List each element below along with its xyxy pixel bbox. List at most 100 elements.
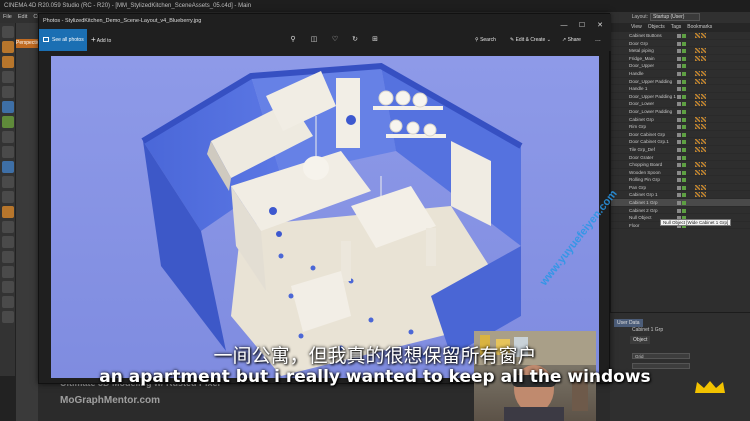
object-row-label: Wooden Spoon — [629, 169, 661, 175]
menu-item[interactable]: File — [3, 14, 12, 20]
visibility-flags-icon[interactable] — [677, 200, 691, 206]
om-tab-objects[interactable]: Objects — [648, 24, 665, 30]
cube-icon[interactable] — [2, 101, 14, 113]
visibility-flags-icon[interactable] — [677, 170, 691, 175]
axis-icon[interactable] — [2, 86, 14, 98]
model-mode-icon[interactable] — [2, 311, 14, 323]
object-row[interactable]: Fridge_Main — [611, 55, 750, 63]
rotate-icon[interactable]: ↻ — [350, 35, 360, 45]
visibility-flags-icon[interactable] — [677, 147, 691, 152]
object-row-label: Rim Grp — [629, 124, 647, 130]
more-button[interactable]: ... — [595, 29, 601, 51]
search-button[interactable]: ⚲ Search — [475, 29, 496, 51]
delete-icon[interactable]: ◫ — [309, 35, 319, 45]
object-row-label: Chopping Board — [629, 162, 663, 168]
polygons-mode-icon[interactable] — [2, 281, 14, 293]
rotate-tool-icon[interactable] — [2, 71, 14, 83]
favorite-icon[interactable]: ♡ — [330, 35, 340, 45]
object-row[interactable]: Door_Lower Padding — [611, 108, 750, 116]
add-to-button[interactable]: + Add to — [91, 29, 111, 51]
object-row[interactable]: Cabinet Grp — [611, 116, 750, 124]
object-row[interactable]: Handle 1 — [611, 85, 750, 93]
object-row[interactable]: Cabinet Grp 1 — [611, 191, 750, 200]
object-row-label: Door Cabinet Grp — [629, 131, 666, 137]
object-row-label: Handle 1 — [629, 86, 648, 92]
object-row-label: Door Grp — [629, 40, 648, 46]
undo-icon[interactable] — [2, 26, 14, 38]
om-tab-view[interactable]: View — [631, 24, 642, 30]
object-row[interactable]: Door Cabinet Grp.1 — [611, 138, 750, 146]
object-row[interactable]: Handle — [611, 70, 750, 78]
object-row[interactable]: Metal piping — [611, 47, 750, 55]
workplane-icon[interactable] — [2, 236, 14, 248]
nurbs-icon[interactable] — [2, 131, 14, 143]
object-row[interactable]: Rim Grp — [611, 123, 750, 131]
photos-window: Photos - StylizedKitchen_Demo_Scene-Layo… — [38, 13, 611, 384]
camera-icon[interactable] — [2, 191, 14, 203]
om-tab-tags[interactable]: Tags — [671, 24, 682, 30]
light-icon[interactable] — [2, 206, 14, 218]
visibility-flags-icon[interactable] — [677, 124, 691, 130]
attr-tab-user-data[interactable]: User Data — [614, 319, 643, 327]
visibility-flags-icon[interactable] — [677, 109, 691, 114]
deformer-icon[interactable] — [2, 161, 14, 173]
object-row[interactable]: Pan Grp — [611, 184, 750, 192]
points-mode-icon[interactable] — [2, 251, 14, 263]
visibility-flags-icon[interactable] — [677, 56, 691, 61]
visibility-flags-icon[interactable] — [677, 155, 691, 160]
visibility-flags-icon[interactable] — [677, 86, 691, 92]
see-all-photos-button[interactable]: See all photos — [39, 29, 87, 51]
visibility-flags-icon[interactable] — [677, 41, 691, 46]
menu-item[interactable]: Edit — [18, 14, 27, 20]
visibility-flags-icon[interactable] — [677, 117, 691, 122]
visibility-flags-icon[interactable] — [677, 208, 691, 213]
object-row[interactable]: Chopping Board — [611, 161, 750, 169]
edges-mode-icon[interactable] — [2, 266, 14, 278]
crop-icon[interactable]: ⊞ — [370, 35, 380, 45]
object-row[interactable]: Door Grater — [611, 154, 750, 162]
zoom-icon[interactable]: ⚲ — [288, 35, 298, 45]
object-row[interactable]: Rolling Pin Grp — [611, 176, 750, 184]
snap-icon[interactable] — [2, 221, 14, 233]
scale-tool-icon[interactable] — [2, 56, 14, 68]
object-row[interactable]: Door_Upper — [611, 62, 750, 70]
viewport-tab[interactable]: Perspective — [16, 39, 42, 48]
visibility-flags-icon[interactable] — [677, 48, 691, 54]
om-tab-bookmarks[interactable]: Bookmarks — [687, 24, 712, 30]
object-row-label: Door Grater — [629, 154, 654, 160]
visibility-flags-icon[interactable] — [677, 139, 691, 145]
object-row[interactable]: Cabinet 2 Grp — [611, 207, 750, 215]
visibility-flags-icon[interactable] — [677, 132, 691, 137]
visibility-flags-icon[interactable] — [677, 162, 691, 168]
spline-icon[interactable] — [2, 116, 14, 128]
visibility-flags-icon[interactable] — [677, 71, 691, 76]
edit-create-button[interactable]: ✎ Edit & Create ⌄ — [510, 29, 551, 51]
object-row[interactable]: Wooden Spoon — [611, 169, 750, 177]
object-row[interactable]: Door_Lower — [611, 100, 750, 108]
visibility-flags-icon[interactable] — [677, 79, 691, 84]
scene-icon[interactable] — [2, 176, 14, 188]
visibility-flags-icon[interactable] — [677, 192, 691, 198]
uv-mode-icon[interactable] — [2, 296, 14, 308]
object-row[interactable]: Door_Upper Padding 1 — [611, 93, 750, 101]
object-row[interactable]: Cabinet Buttons — [611, 32, 750, 40]
layout-dropdown[interactable]: Startup (User) — [650, 13, 700, 21]
object-row[interactable]: Cabinet 1 Grp — [611, 199, 750, 207]
array-icon[interactable] — [2, 146, 14, 158]
object-row-label: Door Cabinet Grp.1 — [629, 139, 669, 145]
plus-icon: + — [91, 35, 96, 44]
visibility-flags-icon[interactable] — [677, 33, 691, 38]
object-row[interactable]: Tile Grp_Def — [611, 146, 750, 154]
object-row[interactable]: Door Grp — [611, 40, 750, 48]
object-row[interactable]: Door_Upper Padding — [611, 78, 750, 86]
visibility-flags-icon[interactable] — [677, 63, 691, 69]
share-button[interactable]: ↗ Share — [562, 29, 581, 51]
subtitle-chinese: 一间公寓，但我真的很想保留所有窗户 — [213, 345, 537, 367]
visibility-flags-icon[interactable] — [677, 177, 691, 183]
visibility-flags-icon[interactable] — [677, 101, 691, 107]
visibility-flags-icon[interactable] — [677, 94, 691, 99]
photo-viewer-image[interactable] — [51, 56, 599, 378]
object-row[interactable]: Door Cabinet Grp — [611, 131, 750, 139]
move-tool-icon[interactable] — [2, 41, 14, 53]
visibility-flags-icon[interactable] — [677, 185, 691, 190]
